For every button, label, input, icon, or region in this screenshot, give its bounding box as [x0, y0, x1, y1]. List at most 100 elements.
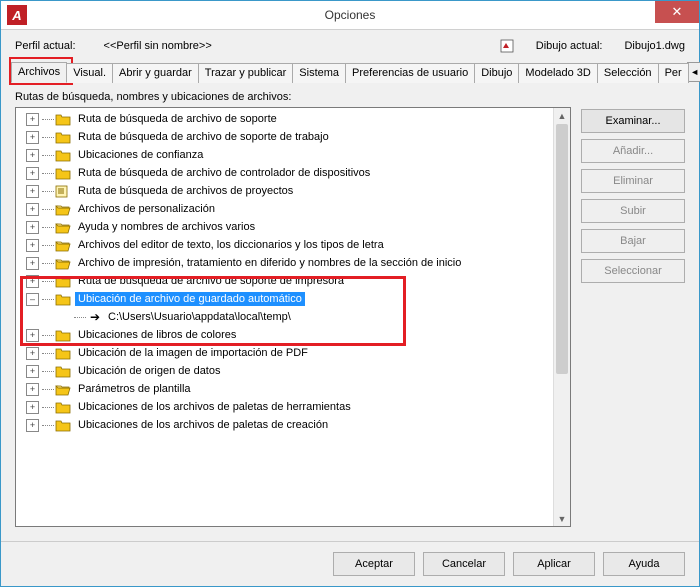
tree-item[interactable]: –Ubicación de archivo de guardado automá…	[16, 290, 570, 308]
scroll-up-icon[interactable]: ▲	[554, 108, 570, 123]
folder-icon	[55, 329, 71, 342]
titlebar: A Opciones ✕	[1, 1, 699, 30]
tree-item[interactable]: +Ruta de búsqueda de archivo de soporte …	[16, 128, 570, 146]
expander-icon[interactable]: +	[26, 131, 39, 144]
expander-icon[interactable]: +	[26, 365, 39, 378]
expander-icon[interactable]: +	[26, 149, 39, 162]
tree-item-label: Ayuda y nombres de archivos varios	[75, 220, 258, 234]
tree-item[interactable]: + Ubicación de origen de datos	[16, 362, 570, 380]
tree-item-label: Ruta de búsqueda de archivo de soporte d…	[75, 274, 347, 288]
tree-item[interactable]: + Ruta de búsqueda de archivo de soporte	[16, 110, 570, 128]
options-dialog: A Opciones ✕ Perfil actual: <<Perfil sin…	[0, 0, 700, 587]
expander-icon[interactable]: +	[26, 239, 39, 252]
tab-preferencias-de-usuario[interactable]: Preferencias de usuario	[345, 63, 475, 83]
expander-icon[interactable]: +	[26, 383, 39, 396]
expander-icon[interactable]: +	[26, 185, 39, 198]
a-adir--button: Añadir...	[581, 139, 685, 163]
tab-strip: ArchivosVisual.Abrir y guardarTrazar y p…	[11, 60, 689, 83]
tree-item-child[interactable]: ➔C:\Users\Usuario\appdata\local\temp\	[16, 308, 570, 326]
folder-open-icon	[55, 221, 71, 234]
drawing-value: Dibujo1.dwg	[624, 40, 685, 52]
folder-icon	[55, 131, 71, 144]
tab-trazar-y-publicar[interactable]: Trazar y publicar	[198, 63, 294, 83]
subir-button: Subir	[581, 199, 685, 223]
tab-per[interactable]: Per	[658, 63, 689, 83]
window-title: Opciones	[1, 8, 699, 22]
folder-icon	[55, 401, 71, 414]
tree-item-label: Ruta de búsqueda de archivo de soporte	[75, 112, 280, 126]
expander-icon[interactable]: +	[26, 401, 39, 414]
tree-view[interactable]: ▲ ▼ + Ruta de búsqueda de archivo de sopo…	[15, 107, 571, 527]
folder-icon	[55, 113, 71, 126]
apply-button[interactable]: Aplicar	[513, 552, 595, 576]
ok-button[interactable]: Aceptar	[333, 552, 415, 576]
tree-title: Rutas de búsqueda, nombres y ubicaciones…	[15, 91, 571, 103]
expander-icon[interactable]: –	[26, 293, 39, 306]
profile-label: Perfil actual:	[15, 40, 76, 52]
tree-item-label: Archivos del editor de texto, los diccio…	[75, 238, 387, 252]
scroll-thumb[interactable]	[556, 124, 568, 374]
tree-item-label: Ubicaciones de libros de colores	[75, 328, 239, 342]
tree-item-label: Parámetros de plantilla	[75, 382, 194, 396]
expander-icon[interactable]: +	[26, 221, 39, 234]
expander-icon[interactable]: +	[26, 113, 39, 126]
expander-icon[interactable]: +	[26, 257, 39, 270]
expander-icon[interactable]: +	[26, 329, 39, 342]
side-button-column: Examinar... Añadir... Eliminar Subir Bajar Se…	[581, 91, 685, 527]
drawing-icon	[500, 39, 514, 53]
expander-icon[interactable]: +	[26, 203, 39, 216]
tab-dibujo[interactable]: Dibujo	[474, 63, 519, 83]
tree-item-label: Ubicaciones de los archivos de paletas d…	[75, 418, 331, 432]
drawing-label: Dibujo actual:	[536, 40, 603, 52]
tree-item[interactable]: + Ubicaciones de los archivos de paletas …	[16, 398, 570, 416]
tree-item[interactable]: + Ubicaciones de libros de colores	[16, 326, 570, 344]
folder-open-icon	[55, 203, 71, 216]
tree-item[interactable]: + Ubicación de la imagen de importación d…	[16, 344, 570, 362]
expander-icon[interactable]: +	[26, 167, 39, 180]
tree-item-label: Ubicaciones de los archivos de paletas d…	[75, 400, 354, 414]
dialog-footer: Aceptar Cancelar Aplicar Ayuda	[1, 541, 699, 586]
seleccionar-button: Seleccionar	[581, 259, 685, 283]
eliminar-button: Eliminar	[581, 169, 685, 193]
bajar-button: Bajar	[581, 229, 685, 253]
tab-archivos[interactable]: Archivos	[11, 62, 67, 83]
tree-item[interactable]: + Archivos del editor de texto, los dicci…	[16, 236, 570, 254]
tree-item[interactable]: + Archivos de personalización	[16, 200, 570, 218]
scroll-down-icon[interactable]: ▼	[554, 511, 570, 526]
tree-item-label: Ubicación de la imagen de importación de…	[75, 346, 311, 360]
folder-icon	[55, 275, 71, 288]
tab-modelado-3d[interactable]: Modelado 3D	[518, 63, 597, 83]
folder-open-icon	[55, 239, 71, 252]
expander-icon[interactable]: +	[26, 347, 39, 360]
tree-item-label: Ruta de búsqueda de archivo de controlad…	[75, 166, 373, 180]
expander-icon[interactable]: +	[26, 275, 39, 288]
tree-item[interactable]: + Parámetros de plantilla	[16, 380, 570, 398]
cancel-button[interactable]: Cancelar	[423, 552, 505, 576]
project-icon	[55, 185, 71, 198]
folder-open-icon	[55, 257, 71, 270]
tab-sistema[interactable]: Sistema	[292, 63, 346, 83]
folder-icon	[55, 419, 71, 432]
arrow-icon: ➔	[87, 310, 103, 324]
tree-item-label: Ubicación de origen de datos	[75, 364, 223, 378]
tree-item-label: Archivos de personalización	[75, 202, 218, 216]
tree-item[interactable]: +Ruta de búsqueda de archivos de proyect…	[16, 182, 570, 200]
examinar--button[interactable]: Examinar...	[581, 109, 685, 133]
folder-icon	[55, 149, 71, 162]
tree-item[interactable]: + Ruta de búsqueda de archivo de soporte …	[16, 272, 570, 290]
tab-selecci-n[interactable]: Selección	[597, 63, 659, 83]
tab-visual-[interactable]: Visual.	[66, 63, 113, 83]
folder-icon	[55, 293, 71, 306]
tree-item[interactable]: + Ubicaciones de los archivos de paletas …	[16, 416, 570, 434]
scrollbar[interactable]: ▲ ▼	[553, 108, 570, 526]
expander-icon[interactable]: +	[26, 419, 39, 432]
tree-item[interactable]: +Ubicaciones de confianza	[16, 146, 570, 164]
close-button[interactable]: ✕	[655, 1, 699, 23]
folder-open-icon	[55, 383, 71, 396]
tab-abrir-y-guardar[interactable]: Abrir y guardar	[112, 63, 199, 83]
help-button[interactable]: Ayuda	[603, 552, 685, 576]
tree-item[interactable]: + Ayuda y nombres de archivos varios	[16, 218, 570, 236]
tree-item[interactable]: + Ruta de búsqueda de archivo de controla…	[16, 164, 570, 182]
tree-item-label: C:\Users\Usuario\appdata\local\temp\	[105, 310, 294, 324]
tree-item[interactable]: +Archivo de impresión, tratamiento en di…	[16, 254, 570, 272]
